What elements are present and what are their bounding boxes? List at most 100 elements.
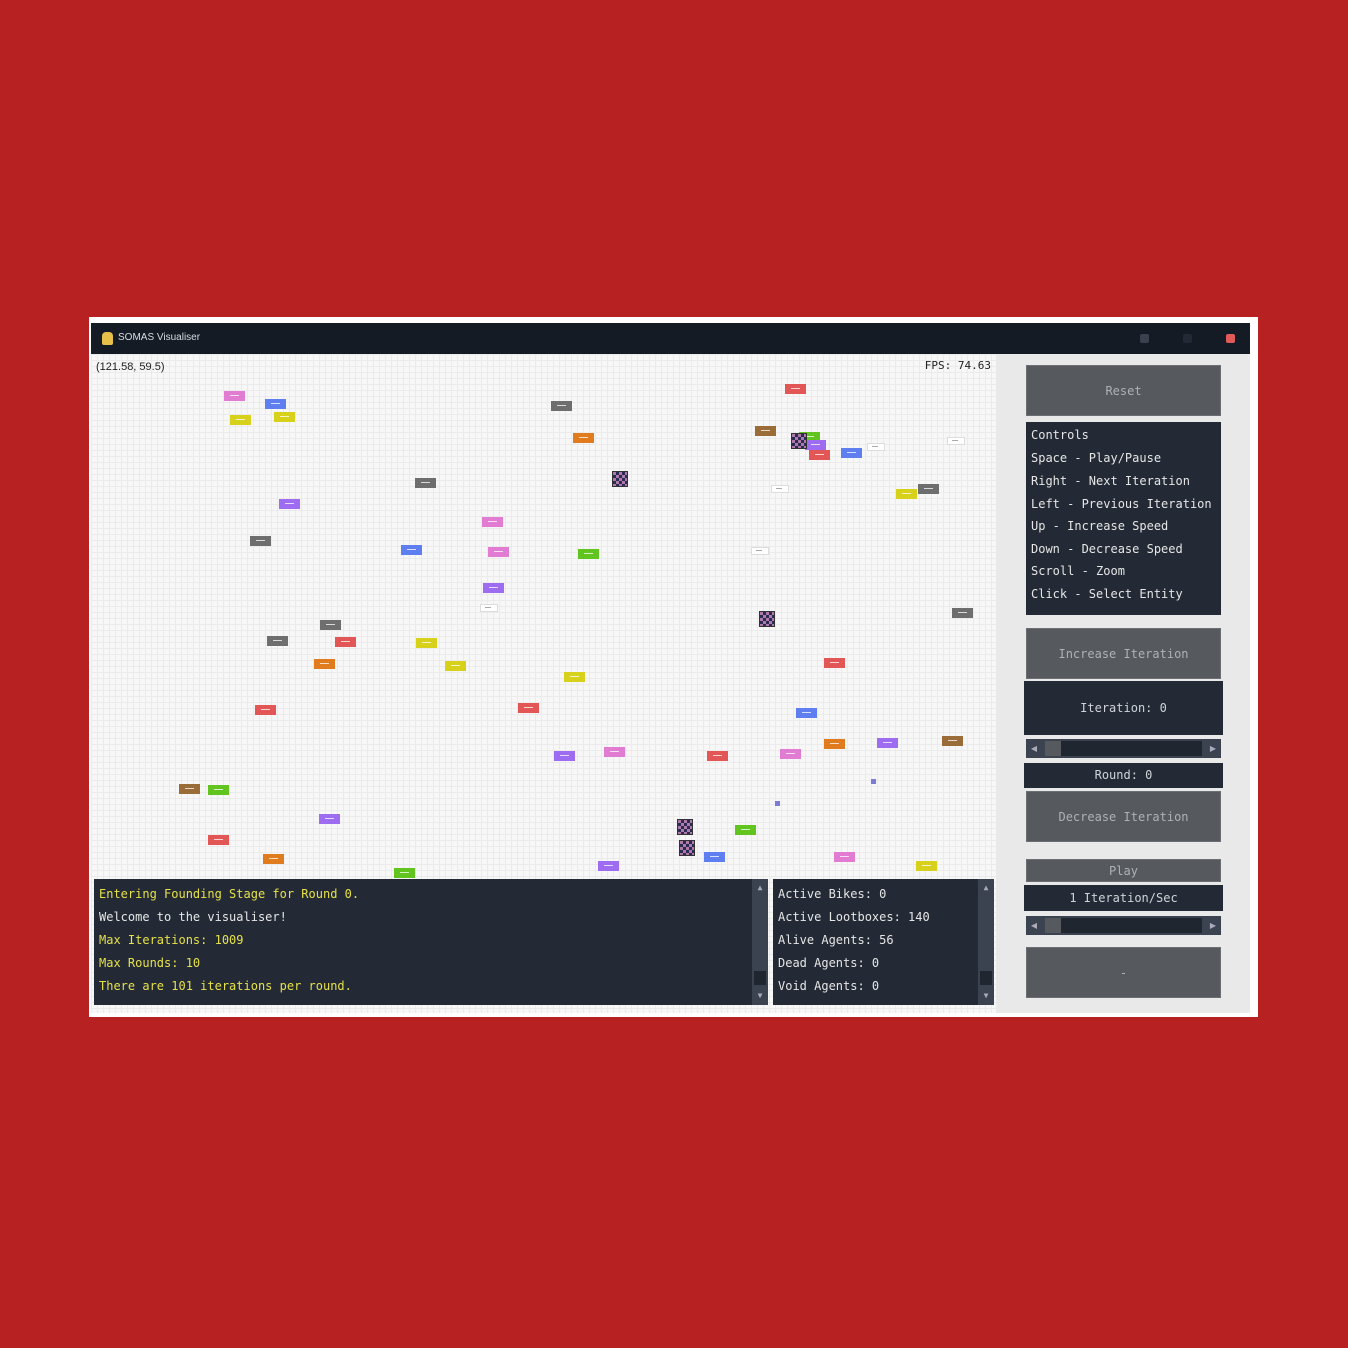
bike-entity[interactable] <box>394 868 415 878</box>
bike-entity[interactable] <box>824 739 845 749</box>
bike-entity[interactable] <box>824 658 845 668</box>
bike-entity[interactable] <box>265 399 286 409</box>
bike-entity[interactable] <box>578 549 599 559</box>
agent-entity[interactable] <box>771 485 789 493</box>
bike-entity[interactable] <box>483 583 504 593</box>
bike-entity[interactable] <box>952 608 973 618</box>
bike-entity[interactable] <box>250 536 271 546</box>
bike-entity[interactable] <box>416 638 437 648</box>
bike-entity[interactable] <box>604 747 625 757</box>
bike-entity[interactable] <box>488 547 509 557</box>
bike-entity[interactable] <box>918 484 939 494</box>
bike-entity[interactable] <box>796 708 817 718</box>
controls-help: Controls Space - Play/Pause Right - Next… <box>1026 422 1221 615</box>
play-button[interactable]: Play <box>1026 859 1221 882</box>
bike-entity[interactable] <box>573 433 594 443</box>
lootbox-entity[interactable] <box>759 611 775 627</box>
bike-entity[interactable] <box>224 391 245 401</box>
scroll-thumb[interactable] <box>1045 741 1061 756</box>
extra-button[interactable]: - <box>1026 947 1221 998</box>
bike-entity[interactable] <box>445 661 466 671</box>
bike-entity[interactable] <box>230 415 251 425</box>
lootbox-entity[interactable] <box>679 840 695 856</box>
bike-entity[interactable] <box>785 384 806 394</box>
close-icon[interactable] <box>1226 334 1235 343</box>
resource-entity[interactable] <box>871 779 876 784</box>
speed-scrollbar[interactable]: ◀ ▶ <box>1026 916 1221 935</box>
bike-entity[interactable] <box>208 835 229 845</box>
log-scrollbar[interactable]: ▲ ▼ <box>752 879 768 1005</box>
resource-entity[interactable] <box>775 801 780 806</box>
bike-entity[interactable] <box>916 861 937 871</box>
agent-entity[interactable] <box>867 443 885 451</box>
bike-entity[interactable] <box>841 448 862 458</box>
bike-entity[interactable] <box>735 825 756 835</box>
bike-entity[interactable] <box>314 659 335 669</box>
scroll-track[interactable] <box>1045 918 1202 933</box>
bike-entity[interactable] <box>263 854 284 864</box>
lootbox-entity[interactable] <box>612 471 628 487</box>
bike-entity[interactable] <box>518 703 539 713</box>
agent-entity[interactable] <box>751 547 769 555</box>
bike-entity[interactable] <box>564 672 585 682</box>
bike-entity[interactable] <box>179 784 200 794</box>
speed-display: 1 Iteration/Sec <box>1024 885 1223 911</box>
bike-entity[interactable] <box>319 814 340 824</box>
bike-entity[interactable] <box>208 785 229 795</box>
bike-entity[interactable] <box>551 401 572 411</box>
scroll-left-icon[interactable]: ◀ <box>1026 916 1042 935</box>
stats-scrollbar[interactable]: ▲ ▼ <box>978 879 994 1005</box>
bike-entity[interactable] <box>482 517 503 527</box>
lootbox-entity[interactable] <box>791 433 807 449</box>
bike-entity[interactable] <box>704 852 725 862</box>
iteration-scrollbar[interactable]: ◀ ▶ <box>1026 739 1221 758</box>
bike-entity[interactable] <box>274 412 295 422</box>
bike-entity[interactable] <box>877 738 898 748</box>
bike-entity[interactable] <box>401 545 422 555</box>
scroll-right-icon[interactable]: ▶ <box>1205 916 1221 935</box>
scroll-down-icon[interactable]: ▼ <box>752 989 768 1003</box>
scroll-thumb[interactable] <box>1045 918 1061 933</box>
log-line: Entering Founding Stage for Round 0. <box>99 887 360 901</box>
bike-entity[interactable] <box>598 861 619 871</box>
bike-entity[interactable] <box>780 749 801 759</box>
scroll-up-icon[interactable]: ▲ <box>978 881 994 895</box>
bike-entity[interactable] <box>896 489 917 499</box>
scroll-thumb[interactable] <box>980 971 992 985</box>
bike-entity[interactable] <box>554 751 575 761</box>
bike-entity[interactable] <box>809 450 830 460</box>
scroll-down-icon[interactable]: ▼ <box>978 989 994 1003</box>
log-line: Welcome to the visualiser! <box>99 910 287 924</box>
scroll-right-icon[interactable]: ▶ <box>1205 739 1221 758</box>
bike-entity[interactable] <box>279 499 300 509</box>
bike-entity[interactable] <box>415 478 436 488</box>
bike-entity[interactable] <box>942 736 963 746</box>
log-line: There are 101 iterations per round. <box>99 979 352 993</box>
stat-line: Alive Agents: 56 <box>778 933 894 947</box>
bike-entity[interactable] <box>805 440 826 450</box>
controls-item: Left - Previous Iteration <box>1031 497 1212 511</box>
increase-iteration-button[interactable]: Increase Iteration <box>1026 628 1221 679</box>
bike-entity[interactable] <box>335 637 356 647</box>
bike-entity[interactable] <box>834 852 855 862</box>
scroll-up-icon[interactable]: ▲ <box>752 881 768 895</box>
lootbox-entity[interactable] <box>677 819 693 835</box>
bike-entity[interactable] <box>320 620 341 630</box>
bike-entity[interactable] <box>267 636 288 646</box>
iteration-display: Iteration: 0 <box>1024 681 1223 735</box>
app-window: SOMAS Visualiser (121.58, 59.5) FPS: 74.… <box>91 323 1250 1013</box>
bike-entity[interactable] <box>707 751 728 761</box>
reset-button[interactable]: Reset <box>1026 365 1221 416</box>
decrease-iteration-button[interactable]: Decrease Iteration <box>1026 791 1221 842</box>
agent-entity[interactable] <box>480 604 498 612</box>
maximize-icon[interactable] <box>1183 334 1192 343</box>
bike-entity[interactable] <box>755 426 776 436</box>
minimize-icon[interactable] <box>1140 334 1149 343</box>
scroll-thumb[interactable] <box>754 971 766 985</box>
scroll-track[interactable] <box>1045 741 1202 756</box>
scroll-left-icon[interactable]: ◀ <box>1026 739 1042 758</box>
stat-line: Active Lootboxes: 140 <box>778 910 930 924</box>
control-panel: Reset Controls Space - Play/Pause Right … <box>996 354 1250 1013</box>
agent-entity[interactable] <box>947 437 965 445</box>
bike-entity[interactable] <box>255 705 276 715</box>
